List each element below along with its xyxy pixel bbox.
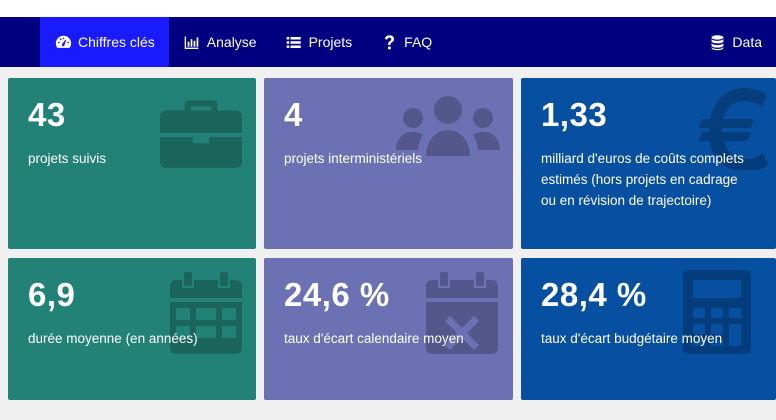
kpi-value: 1,33	[541, 96, 608, 133]
kpi-card-projets-suivis: 43 projets suivis	[8, 78, 256, 249]
kpi-card-duree-moyenne: 6,9 durée moyenne (en années)	[8, 258, 256, 400]
kpi-label: milliard d'euros de coûts complets estim…	[541, 151, 744, 208]
kpi-label: taux d'écart budgétaire moyen	[541, 331, 723, 346]
kpi-label: durée moyenne (en années)	[28, 331, 198, 346]
kpi-label: taux d'écart calendaire moyen	[284, 331, 464, 346]
top-navbar: Chiffres clés Analyse Projets FAQ Data	[0, 17, 776, 67]
nav-tab-faq[interactable]: FAQ	[366, 17, 446, 67]
kpi-card-couts: 1,33 milliard d'euros de coûts complets …	[521, 78, 776, 249]
kpi-value: 28,4 %	[541, 276, 647, 313]
nav-tab-analyse[interactable]: Analyse	[169, 17, 271, 67]
kpi-value: 6,9	[28, 276, 76, 313]
dashboard-icon	[54, 33, 72, 51]
kpi-card-projets-interministeriels: 4 projets interministériels	[264, 78, 513, 249]
nav-tab-label: Projets	[308, 34, 353, 50]
nav-data-link[interactable]: Data	[694, 17, 776, 67]
nav-tab-label: Analyse	[206, 34, 257, 50]
nav-data-label: Data	[732, 34, 762, 50]
kpi-card-ecart-budgetaire: 28,4 % taux d'écart budgétaire moyen	[521, 258, 776, 400]
kpi-label: projets interministériels	[284, 151, 423, 166]
kpi-value: 24,6 %	[284, 276, 390, 313]
users-icon	[396, 96, 500, 156]
list-icon	[285, 33, 303, 51]
kpi-value: 43	[28, 96, 66, 133]
nav-tab-label: FAQ	[404, 34, 433, 50]
bar-chart-icon	[183, 33, 201, 51]
top-strip	[0, 0, 776, 17]
kpi-value: 4	[284, 96, 303, 133]
kpi-card-ecart-calendaire: 24,6 % taux d'écart calendaire moyen	[264, 258, 513, 400]
nav-tab-projets[interactable]: Projets	[271, 17, 367, 67]
question-icon	[380, 33, 398, 51]
database-icon	[708, 33, 726, 51]
nav-tab-label: Chiffres clés	[78, 34, 155, 50]
nav-tab-chiffres-cles[interactable]: Chiffres clés	[40, 17, 169, 67]
kpi-label: projets suivis	[28, 151, 107, 166]
